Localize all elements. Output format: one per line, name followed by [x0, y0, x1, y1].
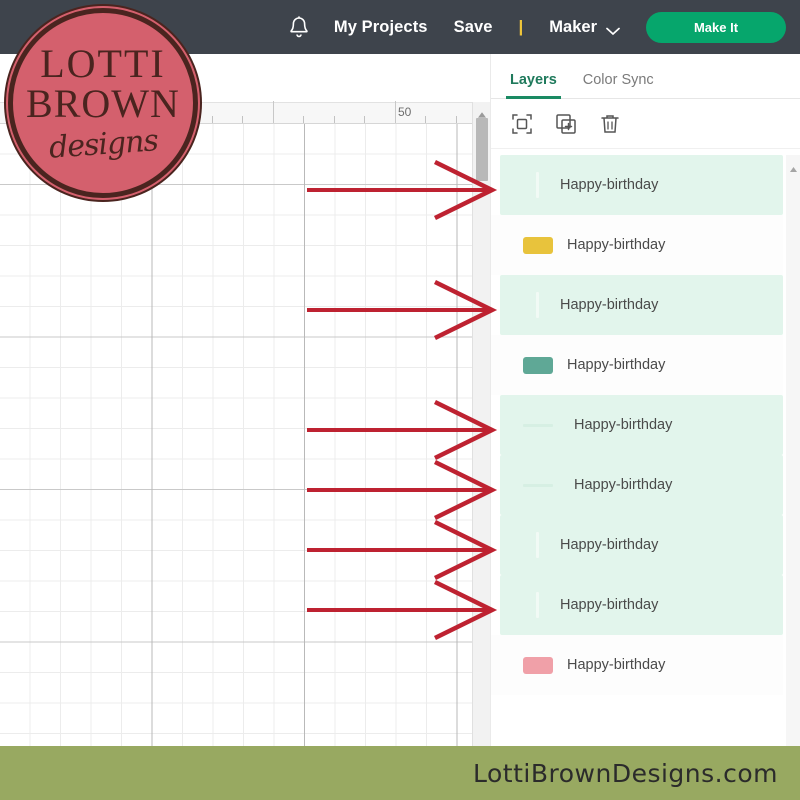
layer-row[interactable]: Happy-birthday: [491, 635, 783, 695]
layer-name-label: Happy-birthday: [567, 657, 666, 673]
footer-banner: LottiBrownDesigns.com: [0, 746, 800, 800]
layer-list[interactable]: Happy-birthday Happy-birthday Happy-birthd…: [491, 155, 800, 746]
lotti-brown-logo: LOTTI BROWN designs: [8, 8, 198, 198]
layers-panel: Layers Color Sync Happy-birthday Happy-b…: [490, 54, 800, 746]
layer-name-label: Happy-birthday: [560, 297, 659, 313]
layer-color-swatch[interactable]: [523, 423, 553, 427]
logo-line-1: LOTTI: [40, 40, 166, 86]
chevron-down-icon: [606, 23, 620, 35]
layer-name-label: Happy-birthday: [560, 537, 659, 553]
layer-row[interactable]: Happy-birthday: [500, 155, 783, 215]
logo-line-2: BROWN: [26, 80, 180, 126]
panel-tab-bar: Layers Color Sync: [491, 54, 800, 99]
layer-row[interactable]: Happy-birthday: [491, 335, 783, 395]
notification-bell-icon[interactable]: [286, 12, 312, 42]
save-button[interactable]: Save: [454, 18, 493, 37]
layer-color-swatch[interactable]: [536, 172, 539, 198]
layer-name-label: Happy-birthday: [560, 177, 659, 193]
panel-vertical-scrollbar[interactable]: [786, 155, 800, 746]
make-it-button[interactable]: Make It: [646, 11, 786, 43]
delete-icon[interactable]: [597, 111, 623, 137]
layer-name-label: Happy-birthday: [567, 237, 666, 253]
layer-color-swatch[interactable]: [523, 656, 553, 674]
layer-row[interactable]: Happy-birthday: [500, 395, 783, 455]
layer-name-label: Happy-birthday: [567, 357, 666, 373]
layer-color-swatch[interactable]: [536, 292, 539, 318]
group-icon[interactable]: [509, 111, 535, 137]
layer-name-label: Happy-birthday: [560, 597, 659, 613]
layer-color-swatch[interactable]: [536, 532, 539, 558]
layers-toolbar: [491, 99, 800, 149]
layer-color-swatch[interactable]: [523, 356, 553, 374]
ruler-tick-label-50: 50: [398, 105, 412, 119]
layer-name-label: Happy-birthday: [574, 477, 673, 493]
footer-website-text: LottiBrownDesigns.com: [473, 758, 778, 788]
canvas-scrollbar-thumb[interactable]: [476, 118, 488, 181]
layer-row[interactable]: Happy-birthday: [500, 275, 783, 335]
nav-separator: |: [518, 17, 524, 36]
duplicate-icon[interactable]: [553, 111, 579, 137]
scroll-up-arrow-icon[interactable]: [789, 160, 798, 172]
layer-row[interactable]: Happy-birthday: [500, 575, 783, 635]
layer-color-swatch[interactable]: [523, 483, 553, 487]
my-projects-link[interactable]: My Projects: [334, 18, 428, 37]
layer-name-label: Happy-birthday: [574, 417, 673, 433]
layer-color-swatch[interactable]: [523, 236, 553, 254]
layer-row[interactable]: Happy-birthday: [491, 215, 783, 275]
cricut-design-space-screenshot: My Projects Save | Maker Make It 50 Laye…: [0, 0, 800, 800]
canvas-grid-major: [0, 124, 472, 746]
tab-layers[interactable]: Layers: [506, 72, 561, 99]
layer-color-swatch[interactable]: [536, 592, 539, 618]
canvas-vertical-scrollbar[interactable]: [472, 102, 490, 746]
tab-color-sync[interactable]: Color Sync: [583, 72, 654, 98]
layer-row[interactable]: Happy-birthday: [500, 515, 783, 575]
machine-name-label: Maker: [549, 17, 597, 36]
logo-line-3: designs: [47, 122, 159, 166]
scroll-up-arrow-icon[interactable]: [477, 106, 487, 118]
machine-selector[interactable]: Maker: [549, 18, 620, 37]
layer-row[interactable]: Happy-birthday: [500, 455, 783, 515]
